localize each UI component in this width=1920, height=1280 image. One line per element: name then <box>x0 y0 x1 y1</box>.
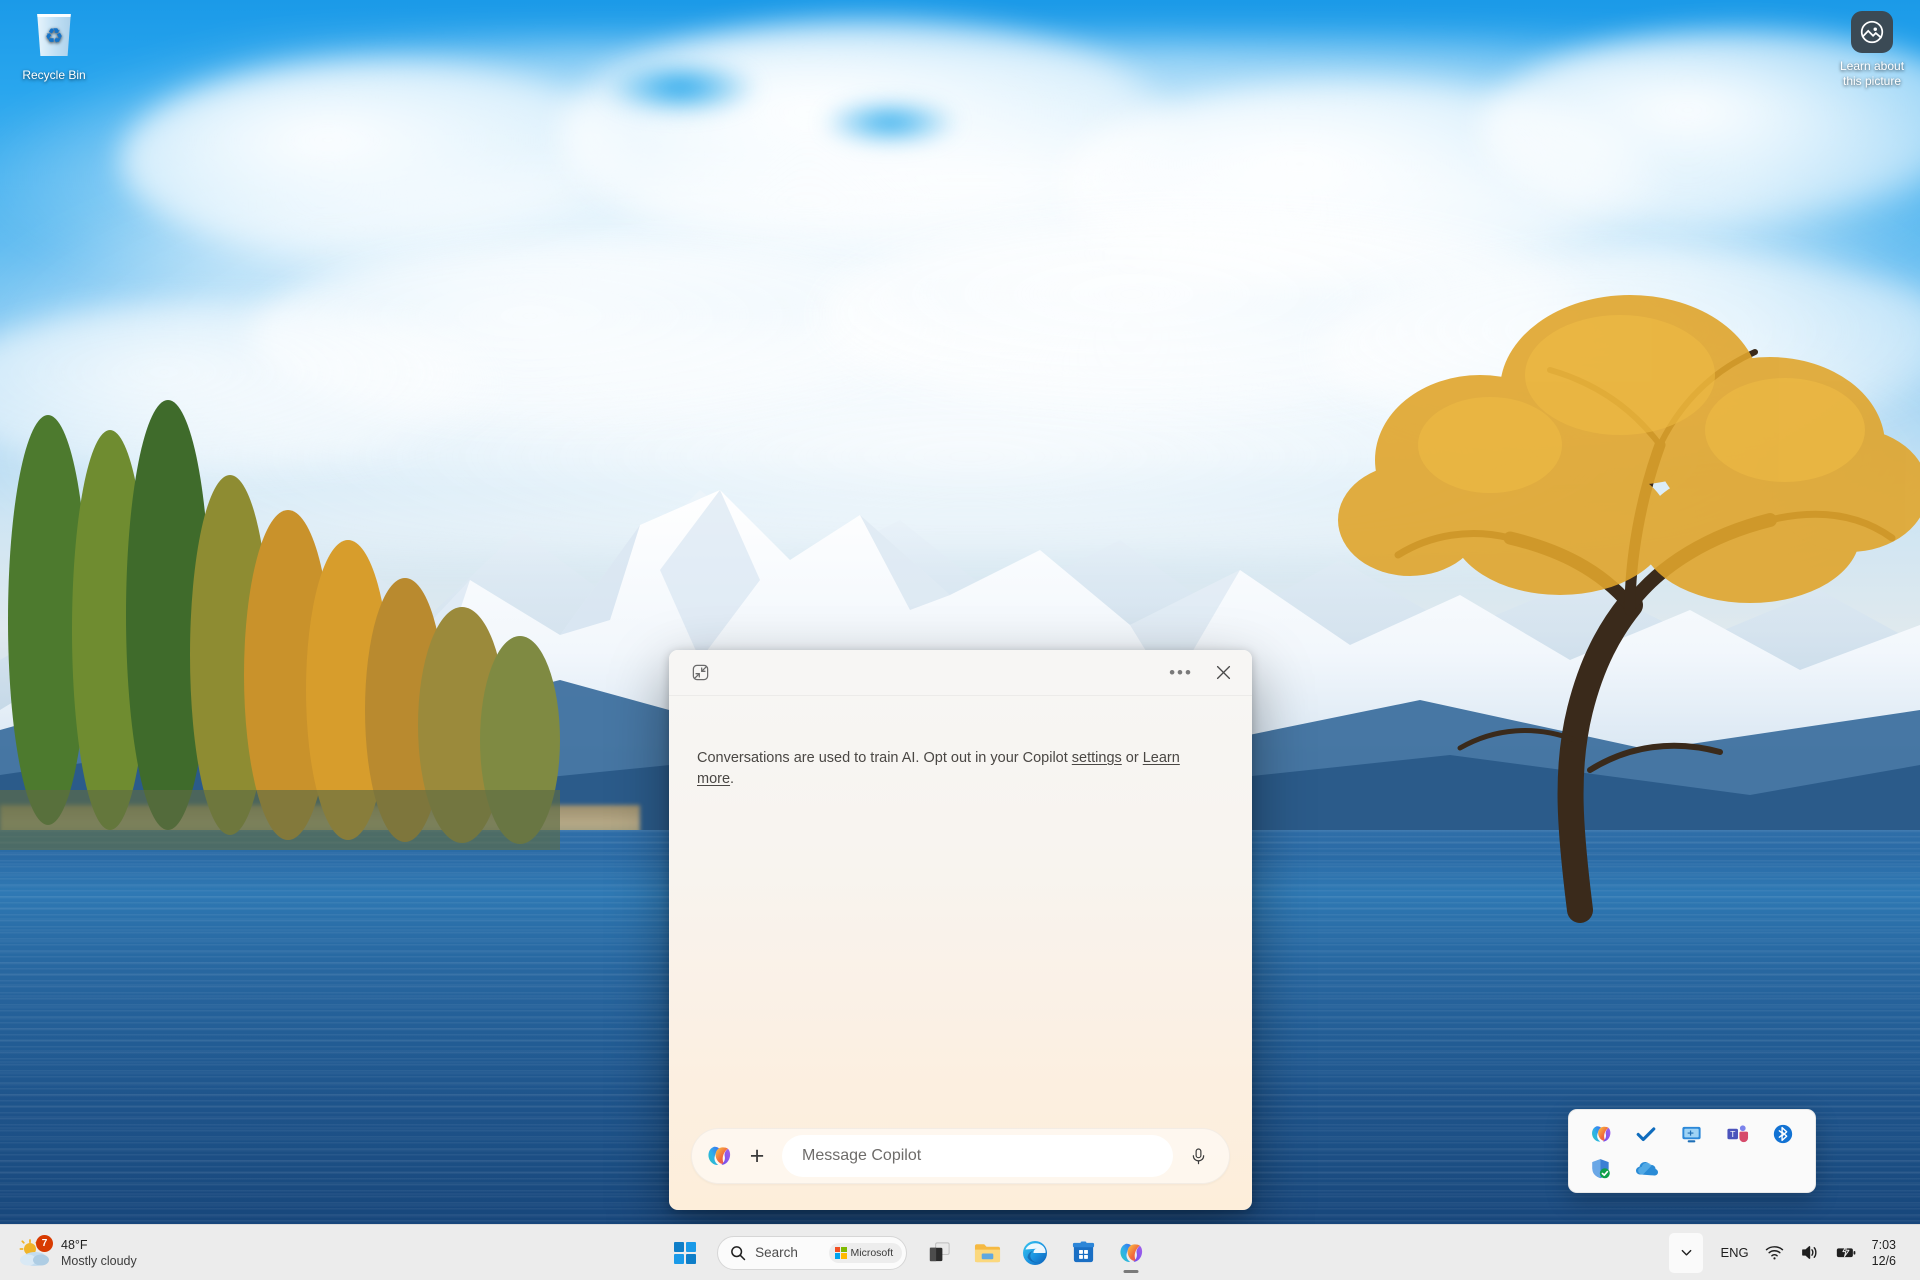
search-icon <box>730 1245 746 1261</box>
weather-badge: 7 <box>36 1235 53 1252</box>
battery-button[interactable] <box>1828 1233 1864 1273</box>
system-tray: ENG 7:03 12/6 <box>1669 1233 1910 1273</box>
hidden-icons-flyout[interactable]: T <box>1568 1109 1816 1193</box>
checkmark-tray-icon[interactable] <box>1625 1118 1669 1150</box>
lone-tree <box>1330 270 1920 930</box>
sky-gap-1 <box>600 60 760 115</box>
poplar-trees <box>0 330 560 850</box>
windows-logo-icon <box>674 1242 696 1264</box>
desktop-icon-label-line1: Learn about <box>1824 59 1920 74</box>
start-button[interactable] <box>663 1231 707 1275</box>
desktop-icon-label: Recycle Bin <box>8 68 100 83</box>
composer-pill: + <box>691 1128 1230 1184</box>
task-view-button[interactable] <box>917 1231 961 1275</box>
close-window-button[interactable] <box>1208 659 1238 687</box>
copilot-composer: + <box>669 1128 1252 1210</box>
add-attachment-label: + <box>750 1142 765 1171</box>
notice-text-middle: or <box>1122 750 1143 766</box>
picture-info-icon <box>1851 11 1893 53</box>
copilot-tray-icon[interactable] <box>1579 1118 1623 1150</box>
chevron-down-icon <box>1680 1246 1693 1259</box>
remote-desktop-tray-icon[interactable] <box>1670 1118 1714 1150</box>
svg-text:T: T <box>1730 1129 1736 1139</box>
microsoft-badge-label: Microsoft <box>851 1247 894 1259</box>
show-hidden-icons-button[interactable] <box>1669 1233 1703 1273</box>
weather-temperature: 48°F <box>61 1237 137 1253</box>
edge-button[interactable] <box>1013 1231 1057 1275</box>
edge-icon <box>1022 1240 1048 1266</box>
cloud-puff-1 <box>120 60 640 260</box>
weather-text: 48°F Mostly cloudy <box>61 1237 137 1269</box>
microsoft-store-button[interactable] <box>1061 1231 1105 1275</box>
clock-date: 12/6 <box>1872 1253 1896 1269</box>
desktop-icon-learn-about-picture[interactable]: Learn about this picture <box>1824 8 1920 89</box>
weather-icon: 7 <box>18 1238 52 1268</box>
language-indicator[interactable]: ENG <box>1713 1233 1755 1273</box>
copilot-conversation-area: Conversations are used to train AI. Opt … <box>669 696 1252 1128</box>
more-options-button[interactable]: ••• <box>1166 659 1196 687</box>
file-explorer-icon <box>974 1240 1001 1265</box>
picture-in-picture-icon[interactable] <box>685 659 715 687</box>
wifi-icon <box>1765 1243 1784 1262</box>
volume-button[interactable] <box>1793 1233 1826 1273</box>
desktop-icon-label-line2: this picture <box>1824 74 1920 89</box>
teams-tray-icon[interactable]: T <box>1716 1118 1760 1150</box>
microsoft-badge: Microsoft <box>829 1243 903 1263</box>
add-attachment-button[interactable]: + <box>740 1139 774 1173</box>
recycle-bin-icon: ♻ <box>30 14 78 62</box>
bluetooth-tray-icon[interactable] <box>1761 1118 1805 1150</box>
copilot-taskbar-icon <box>1118 1240 1144 1266</box>
message-input[interactable] <box>782 1135 1173 1177</box>
weather-condition: Mostly cloudy <box>61 1253 137 1269</box>
clock-time: 7:03 <box>1872 1237 1896 1253</box>
training-notice: Conversations are used to train AI. Opt … <box>697 748 1207 790</box>
notice-text-before: Conversations are used to train AI. Opt … <box>697 750 1072 766</box>
volume-icon <box>1800 1243 1819 1262</box>
microphone-icon <box>1189 1147 1208 1166</box>
battery-charging-icon <box>1835 1243 1857 1262</box>
copilot-window[interactable]: ••• Conversations are used to train AI. … <box>669 650 1252 1210</box>
microsoft-store-icon <box>1071 1240 1096 1265</box>
taskbar-app-cluster: Search Microsoft <box>663 1231 1153 1275</box>
clock[interactable]: 7:03 12/6 <box>1866 1237 1906 1269</box>
taskbar: 7 48°F Mostly cloudy Search <box>0 1224 1920 1280</box>
close-icon <box>1216 665 1231 680</box>
search-box[interactable]: Search Microsoft <box>717 1236 907 1270</box>
task-view-icon <box>927 1240 952 1265</box>
file-explorer-button[interactable] <box>965 1231 1009 1275</box>
onedrive-tray-icon[interactable] <box>1625 1152 1669 1184</box>
copilot-button[interactable] <box>1109 1231 1153 1275</box>
windows-security-tray-icon[interactable] <box>1579 1152 1623 1184</box>
copilot-settings-link[interactable]: settings <box>1072 750 1122 766</box>
microsoft-logo-icon <box>835 1247 847 1259</box>
copilot-logo-icon <box>706 1143 732 1169</box>
notice-text-after: . <box>730 771 734 787</box>
search-placeholder: Search <box>755 1245 819 1260</box>
network-button[interactable] <box>1758 1233 1791 1273</box>
microphone-button[interactable] <box>1181 1139 1215 1173</box>
desktop-icon-recycle-bin[interactable]: ♻ Recycle Bin <box>8 10 100 83</box>
more-options-label: ••• <box>1169 668 1193 678</box>
copilot-window-header: ••• <box>669 650 1252 696</box>
weather-widget[interactable]: 7 48°F Mostly cloudy <box>8 1233 147 1273</box>
sky-gap-2 <box>820 100 960 145</box>
